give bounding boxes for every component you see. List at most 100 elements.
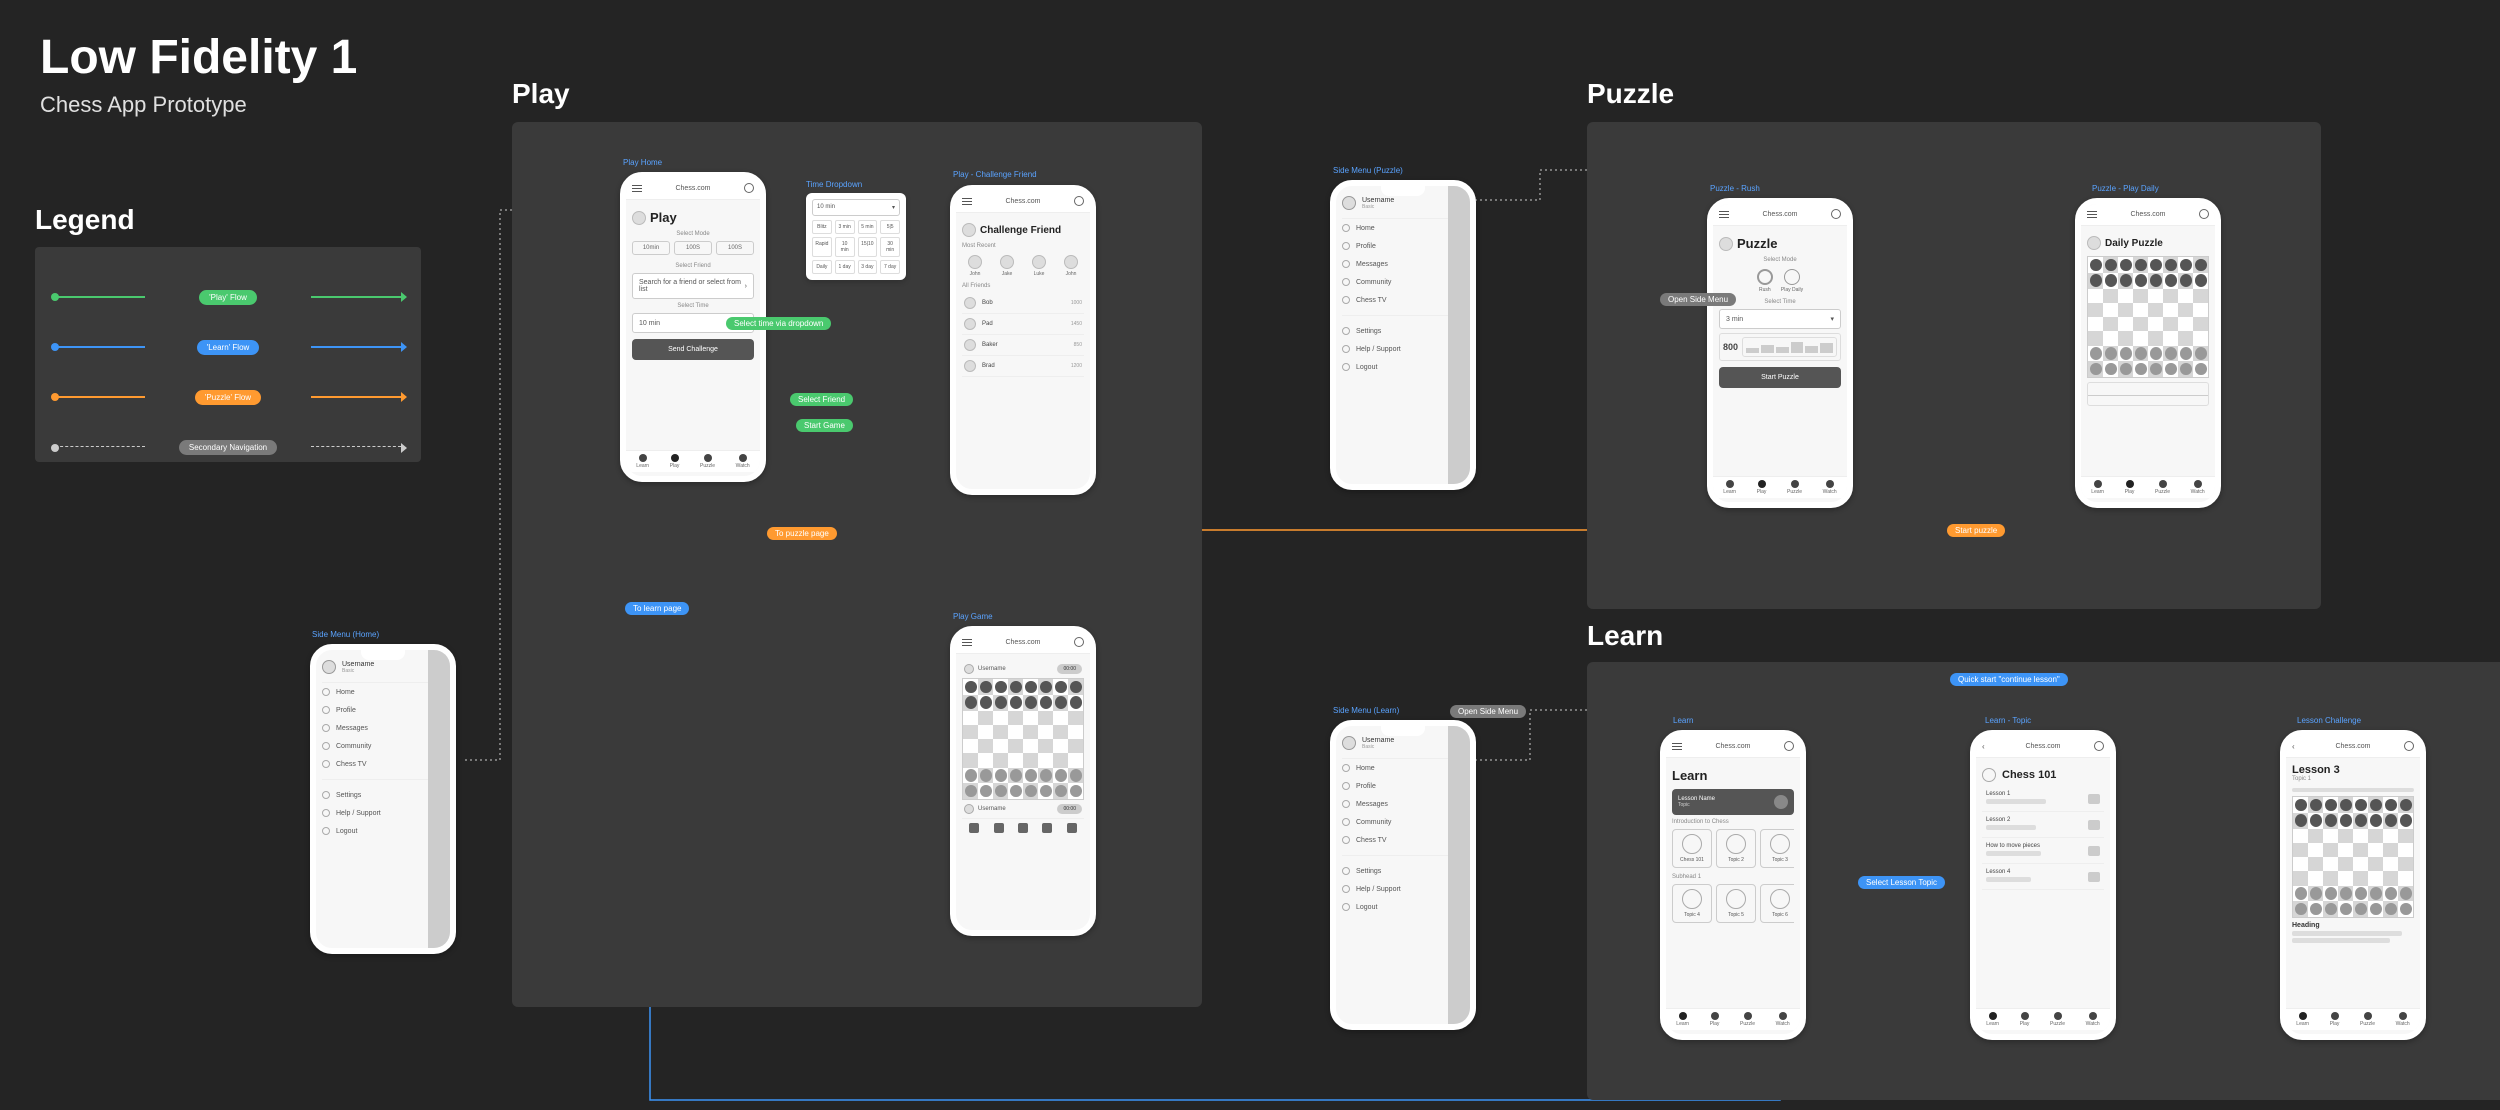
dd-option[interactable]: 7 day [880,260,900,274]
hamburger-icon[interactable] [1719,211,1729,219]
recent-friend[interactable]: Jake [1000,255,1014,277]
friend-row[interactable]: Brad1200 [962,356,1084,377]
topic-card[interactable]: Topic 5 [1716,884,1756,923]
puzzle-time-field[interactable]: 3 min▾ [1719,309,1841,329]
sidebar-profile[interactable]: Profile [322,701,444,719]
profile-icon[interactable] [1831,209,1841,219]
dd-option[interactable]: 5|5 [880,220,900,234]
nav-watch[interactable]: Watch [736,454,750,469]
recent-friend[interactable]: Luke [1032,255,1046,277]
hamburger-icon[interactable] [962,639,972,647]
nav-puzzle[interactable]: Puzzle [2155,480,2170,495]
sidebar-help[interactable]: Help / Support [1342,340,1464,358]
continue-lesson-card[interactable]: Lesson NameTopic [1672,789,1794,815]
back-icon[interactable]: ‹ [2292,742,2295,751]
select-friend-field[interactable]: Search for a friend or select from list› [632,273,754,299]
sidebar-profile[interactable]: Profile [1342,237,1464,255]
nav-learn[interactable]: Learn [2091,480,2104,495]
hamburger-icon[interactable] [1672,743,1682,751]
sidebar-chesstv[interactable]: Chess TV [322,755,444,773]
profile-icon[interactable] [1074,637,1084,647]
topic-card[interactable]: Topic 3 [1760,829,1794,868]
nav-watch[interactable]: Watch [2086,1012,2100,1027]
nav-watch[interactable]: Watch [1776,1012,1790,1027]
mode-option[interactable]: 100S [716,241,754,255]
send-challenge-button[interactable]: Send Challenge [632,339,754,360]
side-user[interactable]: UsernameBasic [1342,192,1464,219]
profile-icon[interactable] [1074,196,1084,206]
mode-option[interactable]: 100S [674,241,712,255]
dropdown-selected[interactable]: 10 min▾ [812,199,900,216]
mode-option[interactable]: 10min [632,241,670,255]
topic-card[interactable]: Topic 4 [1672,884,1712,923]
dd-option[interactable]: 5 min [858,220,878,234]
recent-friend[interactable]: John [968,255,982,277]
sidebar-help[interactable]: Help / Support [322,804,444,822]
friend-row[interactable]: Pad1450 [962,314,1084,335]
nav-play[interactable]: Play [2020,1012,2030,1027]
dd-option[interactable]: 30 min [880,237,900,257]
lesson-row[interactable]: Lesson 1 [1982,786,2104,812]
recent-friend[interactable]: John [1064,255,1078,277]
nav-puzzle[interactable]: Puzzle [1740,1012,1755,1027]
friend-row[interactable]: Bob1000 [962,293,1084,314]
sidebar-community[interactable]: Community [322,737,444,755]
nav-watch[interactable]: Watch [2191,480,2205,495]
nav-learn[interactable]: Learn [1986,1012,1999,1027]
puzzle-board[interactable] [2087,256,2209,378]
sidebar-logout[interactable]: Logout [1342,358,1464,376]
sidebar-chesstv[interactable]: Chess TV [1342,831,1464,849]
sidebar-messages[interactable]: Messages [322,719,444,737]
dd-option[interactable]: 1 day [835,260,855,274]
nav-puzzle[interactable]: Puzzle [2050,1012,2065,1027]
profile-icon[interactable] [2094,741,2104,751]
nav-learn[interactable]: Learn [1723,480,1736,495]
nav-puzzle[interactable]: Puzzle [2360,1012,2375,1027]
sidebar-home[interactable]: Home [1342,219,1464,237]
mode-daily[interactable]: Play Daily [1781,269,1803,293]
sidebar-profile[interactable]: Profile [1342,777,1464,795]
profile-icon[interactable] [1784,741,1794,751]
nav-play[interactable]: Play [670,454,680,469]
dd-option[interactable]: 3 min [835,220,855,234]
nav-play[interactable]: Play [2125,480,2135,495]
sidebar-home[interactable]: Home [322,683,444,701]
topic-card[interactable]: Topic 6 [1760,884,1794,923]
sidebar-settings[interactable]: Settings [1342,862,1464,880]
back-icon[interactable] [1042,823,1052,833]
hamburger-icon[interactable] [2087,211,2097,219]
profile-icon[interactable] [2404,741,2414,751]
nav-learn[interactable]: Learn [636,454,649,469]
side-user[interactable]: UsernameBasic [322,656,444,683]
lesson-row[interactable]: How to move pieces [1982,838,2104,864]
dd-option[interactable]: 3 day [858,260,878,274]
control-button[interactable] [1018,823,1028,833]
nav-play[interactable]: Play [1757,480,1767,495]
dd-option[interactable]: 10 min [835,237,855,257]
sidebar-settings[interactable]: Settings [1342,322,1464,340]
back-icon[interactable]: ‹ [1982,742,1985,751]
friend-row[interactable]: Baker850 [962,335,1084,356]
control-button[interactable] [994,823,1004,833]
mode-rush[interactable]: Rush [1757,269,1773,293]
nav-learn[interactable]: Learn [1676,1012,1689,1027]
nav-learn[interactable]: Learn [2296,1012,2309,1027]
nav-watch[interactable]: Watch [1823,480,1837,495]
forward-icon[interactable] [1067,823,1077,833]
profile-icon[interactable] [744,183,754,193]
sidebar-chesstv[interactable]: Chess TV [1342,291,1464,309]
side-user[interactable]: UsernameBasic [1342,732,1464,759]
sidebar-community[interactable]: Community [1342,813,1464,831]
topic-card[interactable]: Topic 2 [1716,829,1756,868]
control-button[interactable] [969,823,979,833]
sidebar-community[interactable]: Community [1342,273,1464,291]
nav-play[interactable]: Play [2330,1012,2340,1027]
hamburger-icon[interactable] [632,185,642,193]
sidebar-logout[interactable]: Logout [1342,898,1464,916]
lesson-board[interactable] [2292,796,2414,918]
chessboard[interactable] [962,678,1084,800]
sidebar-messages[interactable]: Messages [1342,255,1464,273]
nav-play[interactable]: Play [1710,1012,1720,1027]
sidebar-logout[interactable]: Logout [322,822,444,840]
nav-puzzle[interactable]: Puzzle [700,454,715,469]
